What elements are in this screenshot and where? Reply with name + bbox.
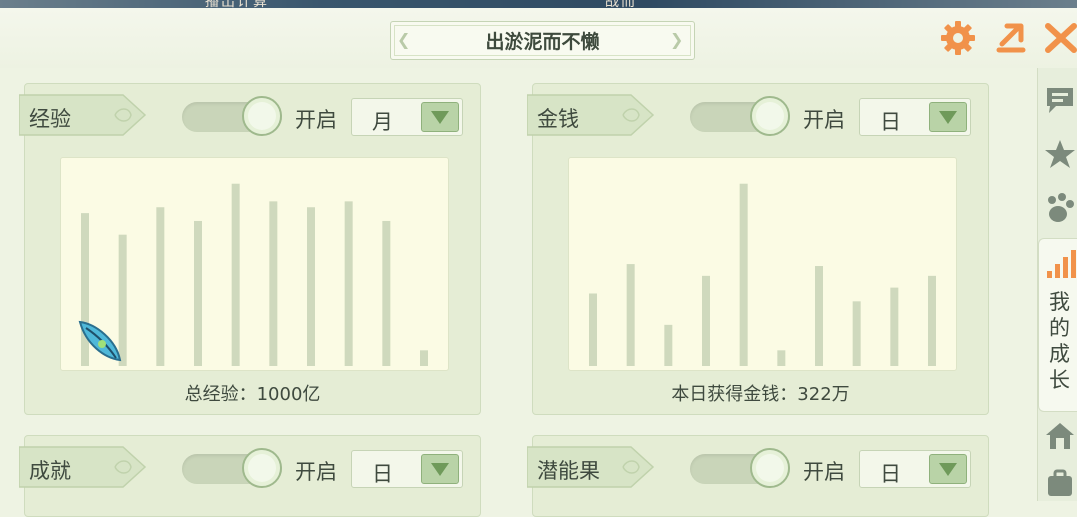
ornament-right-icon: ❯ <box>670 30 684 49</box>
sidebar-tab-growth[interactable]: 我的成长 <box>1038 238 1077 412</box>
exp-panel: 经验 开启 月 总经验：1000亿 <box>19 83 481 415</box>
money-bar-10 <box>928 275 936 366</box>
exp-label: 经验 <box>29 107 71 131</box>
money-toggle[interactable] <box>690 96 795 136</box>
money-bar-7 <box>815 266 823 366</box>
money-bar-6 <box>777 350 786 366</box>
sidebar-pet-button[interactable] <box>1042 190 1077 226</box>
achievement-label-tag: 成就 <box>19 445 149 489</box>
money-bar-8 <box>852 301 861 366</box>
settings-button[interactable] <box>938 18 978 58</box>
page-title: 出淤泥而不懒 <box>485 31 600 53</box>
achievement-toggle-label: 开启 <box>295 460 337 484</box>
money-label-tag: 金钱 <box>527 93 657 137</box>
feather-cursor-icon <box>78 320 122 362</box>
toggle-knob <box>242 96 282 136</box>
exp-bar-9 <box>382 220 391 366</box>
money-panel: 金钱 开启 日 本日获得金钱：322万 <box>527 83 989 415</box>
chat-icon <box>1047 88 1073 113</box>
dropdown-arrow-icon <box>421 102 459 132</box>
money-bar-4 <box>702 275 710 366</box>
money-bar-5 <box>739 183 748 366</box>
exp-total: 总经验：1000亿 <box>184 384 321 405</box>
money-bar-1 <box>589 293 597 366</box>
money-period-select[interactable]: 日 <box>859 98 971 136</box>
close-button[interactable] <box>1042 18 1077 58</box>
money-period-value: 日 <box>880 110 901 134</box>
ornament-left-icon: ❮ <box>397 30 411 49</box>
money-bar-9 <box>890 287 899 366</box>
close-icon <box>1045 23 1077 53</box>
achievement-period-value: 日 <box>372 462 393 486</box>
money-toggle-label: 开启 <box>803 108 845 132</box>
exp-bar-8 <box>344 201 353 366</box>
money-bar-chart <box>589 183 936 366</box>
sidebar-tab-growth-label: 我的成长 <box>1049 290 1070 392</box>
exp-label-tag: 经验 <box>19 93 149 137</box>
exp-bar-4 <box>194 220 202 366</box>
star-icon <box>1045 140 1075 168</box>
exp-toggle-label: 开启 <box>295 108 337 132</box>
potential-fruit-period-select[interactable]: 日 <box>859 450 971 488</box>
achievement-toggle[interactable] <box>182 448 287 488</box>
toggle-knob <box>242 448 282 488</box>
bag-icon <box>1048 469 1072 496</box>
sidebar-home-button[interactable] <box>1042 418 1077 454</box>
exp-bar-7 <box>307 207 315 366</box>
potential-fruit-period-value: 日 <box>880 462 901 486</box>
exp-bar-6 <box>269 201 278 366</box>
exp-period-value: 月 <box>372 110 393 134</box>
toggle-knob <box>750 96 790 136</box>
export-button[interactable] <box>991 18 1031 58</box>
dropdown-arrow-icon <box>421 454 459 484</box>
exp-bar-10 <box>420 350 428 366</box>
achievement-panel: 成就 开启 日 <box>19 435 481 517</box>
dropdown-arrow-icon <box>929 454 967 484</box>
potential-fruit-toggle[interactable] <box>690 448 795 488</box>
money-bar-3 <box>664 324 673 366</box>
sidebar-favorites-button[interactable] <box>1042 136 1077 172</box>
signal-bars-icon <box>1047 250 1076 278</box>
pawprint-icon <box>1048 193 1074 222</box>
right-sidebar: 我的成长 <box>1037 68 1077 501</box>
sidebar-bag-button[interactable] <box>1042 466 1077 502</box>
money-total: 本日获得金钱：322万 <box>671 384 850 405</box>
achievement-label: 成就 <box>29 459 71 483</box>
money-label: 金钱 <box>537 107 579 131</box>
toggle-knob <box>750 448 790 488</box>
money-chart <box>568 157 957 371</box>
potential-fruit-toggle-label: 开启 <box>803 460 845 484</box>
exp-bar-3 <box>156 207 165 366</box>
achievement-period-select[interactable]: 日 <box>351 450 463 488</box>
dropdown-arrow-icon <box>929 102 967 132</box>
page-title-plate: ❮ 出淤泥而不懒 ❯ <box>390 21 695 60</box>
top-strip: 播出计算 战而 <box>0 0 1077 10</box>
share-arrow-icon <box>996 23 1026 53</box>
exp-bar-5 <box>231 183 240 366</box>
sidebar-chat-button[interactable] <box>1042 82 1077 118</box>
gear-icon <box>941 21 975 55</box>
potential-fruit-label-tag: 潜能果 <box>527 445 657 489</box>
exp-toggle[interactable] <box>182 96 287 136</box>
house-icon <box>1046 423 1074 449</box>
exp-period-select[interactable]: 月 <box>351 98 463 136</box>
potential-fruit-panel: 潜能果 开启 日 <box>527 435 989 517</box>
money-bar-2 <box>626 264 635 366</box>
potential-fruit-label: 潜能果 <box>537 459 600 483</box>
